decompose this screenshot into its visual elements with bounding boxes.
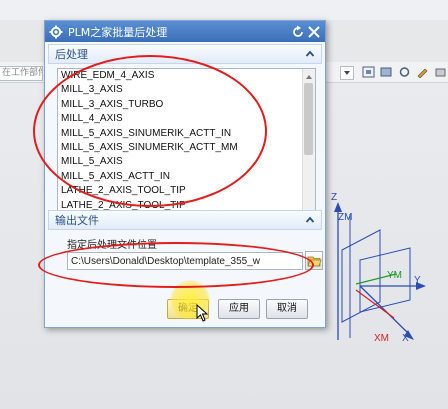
annotation-ellipse-list xyxy=(33,55,267,207)
mouse-pointer-icon xyxy=(196,304,209,322)
list-scrollbar[interactable] xyxy=(302,69,315,221)
dialog-titlebar[interactable]: PLM之家批量后处理 xyxy=(45,21,325,42)
scroll-thumb[interactable] xyxy=(304,83,313,155)
section-output: 输出文件 xyxy=(45,208,325,230)
axis-label-x: X xyxy=(402,333,409,344)
scroll-up-icon[interactable] xyxy=(303,69,315,80)
axis-label-zm: ZM xyxy=(338,212,353,223)
cancel-button[interactable]: 取消 xyxy=(266,299,308,319)
pencil-icon[interactable] xyxy=(416,66,429,78)
dialog-title: PLM之家批量后处理 xyxy=(68,25,168,39)
axis-label-xm: XM xyxy=(374,333,389,344)
selection-filter-input[interactable]: 在工作部件 xyxy=(0,66,43,81)
section-output-header[interactable]: 输出文件 xyxy=(48,210,322,230)
axis-label-y: Y xyxy=(414,275,421,286)
axis-label-ym: YM xyxy=(387,270,402,281)
gear-icon xyxy=(49,25,63,38)
rotate-icon[interactable] xyxy=(398,66,411,78)
reset-icon[interactable] xyxy=(291,25,305,39)
chevron-up-icon[interactable] xyxy=(305,215,315,225)
filter-dropdown[interactable] xyxy=(340,66,354,80)
fit-view-icon[interactable] xyxy=(362,66,375,78)
more-icon[interactable] xyxy=(434,66,447,78)
close-icon[interactable] xyxy=(307,25,321,39)
annotation-ellipse-path xyxy=(38,242,314,288)
axis-label-z: Z xyxy=(331,192,338,203)
section-output-label: 输出文件 xyxy=(55,214,99,227)
snap-view-icon[interactable] xyxy=(380,66,393,78)
chevron-up-icon[interactable] xyxy=(305,49,315,59)
background-top-area xyxy=(0,0,448,20)
apply-button[interactable]: 应用 xyxy=(218,299,260,319)
